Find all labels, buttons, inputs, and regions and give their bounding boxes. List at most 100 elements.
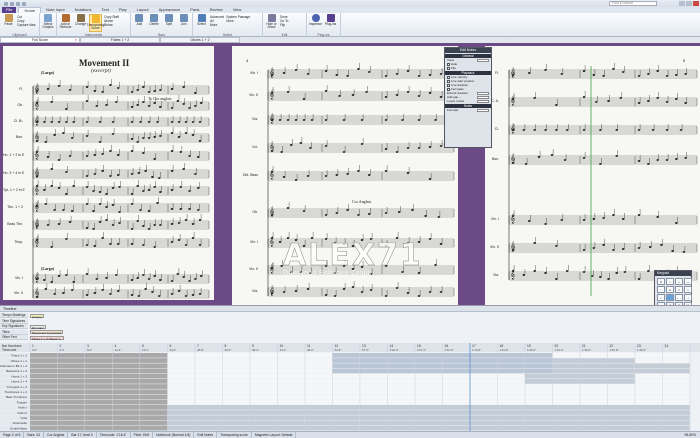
select-button[interactable]: Select bbox=[195, 14, 208, 26]
select-more-button[interactable]: More bbox=[210, 23, 224, 27]
maximize-button[interactable] bbox=[686, 1, 692, 6]
timeline-row[interactable]: Titles Movement II (excerpt) bbox=[0, 329, 700, 335]
hide-checkbox[interactable] bbox=[447, 62, 450, 66]
change-instrument-button[interactable]: Change bbox=[74, 14, 87, 26]
staff-name[interactable]: Ob. bbox=[3, 103, 23, 107]
keypad-key[interactable]: > bbox=[675, 286, 683, 293]
edit-notes-panel[interactable]: Edit Notes General Voice Hide Flip Playb… bbox=[444, 47, 492, 148]
timeline-row[interactable]: Tempo Markings (Largo) bbox=[0, 313, 700, 319]
panel-row[interactable]: Fermata bbox=[445, 108, 491, 112]
staff-name[interactable]: Vla. bbox=[485, 273, 499, 277]
staff-name[interactable]: Fl. bbox=[3, 87, 23, 91]
below-button[interactable]: Below bbox=[104, 23, 119, 27]
staff-name[interactable]: Timp. bbox=[3, 240, 23, 244]
close-window-button[interactable] bbox=[693, 1, 699, 6]
notehead bbox=[151, 291, 154, 293]
panel-row[interactable]: Flip bbox=[445, 66, 491, 70]
keypad-key[interactable]: — bbox=[684, 278, 692, 285]
join-bar-button[interactable]: Join bbox=[177, 14, 190, 26]
inspector-button[interactable]: Inspector bbox=[309, 14, 322, 26]
staff-name[interactable]: Tbn. 1 + 2 bbox=[3, 205, 23, 209]
timeline-chip[interactable]: Flutes 1 + 2 Oboes 1... bbox=[30, 335, 65, 341]
paste-button[interactable]: Paste bbox=[2, 14, 15, 26]
minimize-button[interactable] bbox=[679, 1, 685, 6]
leave-nodes-field[interactable] bbox=[477, 99, 489, 103]
staff-name[interactable]: Bsn. bbox=[485, 157, 499, 161]
panel-row[interactable]: Leave nodes bbox=[445, 99, 491, 103]
timeline-cell bbox=[442, 399, 470, 405]
split-bar-button[interactable]: Split bbox=[163, 14, 176, 26]
delete-bar-button[interactable]: Delete bbox=[148, 14, 161, 26]
staff-name[interactable]: Bsn. bbox=[3, 135, 23, 139]
staff-name[interactable]: Vln. I bbox=[485, 217, 499, 221]
extend-duration-field[interactable] bbox=[477, 91, 489, 95]
score-page-1[interactable]: Movement II (excerpt) (Largo) (Largo) To… bbox=[3, 46, 214, 300]
timeline-cell bbox=[277, 394, 305, 400]
keypad-key[interactable]: ♪ bbox=[657, 294, 665, 301]
add-remove-instruments-button[interactable]: Add or Remove bbox=[59, 14, 72, 30]
live-start-checkbox[interactable] bbox=[447, 79, 450, 83]
keypad-key[interactable]: · bbox=[657, 286, 665, 293]
keypad-key[interactable]: ♩. bbox=[675, 294, 683, 301]
live-velocity-checkbox[interactable] bbox=[447, 75, 450, 79]
staff-name[interactable]: Vln. I bbox=[232, 240, 258, 244]
timeline-row[interactable]: Time Signatures bbox=[0, 318, 700, 324]
ribbon-search-input[interactable]: Find in ribbon bbox=[609, 1, 657, 6]
close-tab-icon[interactable]: × bbox=[75, 38, 77, 42]
notehead bbox=[179, 151, 183, 153]
status-page[interactable]: Page 2 of 6 bbox=[0, 432, 25, 438]
flip-checkbox[interactable] bbox=[447, 66, 450, 70]
timeline-row[interactable]: Other Text Flutes 1 + 2 Oboes 1... bbox=[0, 335, 700, 341]
notehead bbox=[434, 119, 437, 121]
staff-name[interactable]: Bass Tbn. bbox=[3, 222, 23, 226]
zoom-level[interactable]: 95.80% bbox=[685, 433, 700, 437]
staff-name[interactable]: Vln. II bbox=[232, 93, 258, 97]
quick-access-toolbar[interactable] bbox=[4, 1, 26, 6]
timeline-chip[interactable]: (Largo) bbox=[30, 313, 44, 319]
fermata-field[interactable] bbox=[477, 108, 489, 112]
timeline-cell bbox=[497, 420, 525, 426]
plugins-button[interactable]: Plug-ins bbox=[324, 14, 337, 26]
timeline-chip[interactable]: Eb major bbox=[30, 324, 47, 330]
capture-idea-button[interactable]: Capture Idea bbox=[17, 23, 35, 27]
staff-name[interactable]: Vln. II bbox=[485, 245, 499, 249]
voice-field[interactable] bbox=[477, 58, 489, 62]
score-view[interactable]: Movement II (excerpt) (Largo) (Largo) To… bbox=[0, 43, 700, 305]
staff-name[interactable]: Tpt. 1 + 2 in E bbox=[3, 188, 25, 192]
live-duration-checkbox[interactable] bbox=[447, 83, 450, 87]
timeline-chip[interactable]: Movement II (excerpt) bbox=[30, 330, 64, 335]
timeline-cell bbox=[222, 420, 250, 426]
keypad-key[interactable]: ♭ bbox=[675, 278, 683, 285]
instrument-row-name: Viola bbox=[20, 416, 27, 420]
staff-name[interactable]: Vln. II bbox=[3, 291, 23, 295]
staff-name[interactable]: Vln. II bbox=[232, 267, 258, 271]
timeline-cell bbox=[305, 358, 333, 363]
staff-name[interactable]: Vla. bbox=[232, 117, 258, 121]
staff-name[interactable]: Cl. B♭ bbox=[3, 119, 23, 123]
keypad-key[interactable]: ♯ bbox=[657, 278, 665, 285]
staff-name[interactable]: Vla. bbox=[232, 289, 258, 293]
staff-name[interactable]: Vcl. bbox=[232, 145, 258, 149]
timeline-row[interactable]: Key Signatures Eb major bbox=[0, 324, 700, 330]
keypad-key[interactable]: ∧ bbox=[666, 286, 674, 293]
keypad-key[interactable]: ♩ bbox=[666, 294, 674, 301]
keypad-key[interactable]: • bbox=[684, 286, 692, 293]
staff-name[interactable]: Vln. I bbox=[3, 276, 23, 280]
keypad-key[interactable]: 𝅗𝅥 bbox=[684, 294, 692, 301]
transposing-score-button[interactable]: Transposing Score bbox=[87, 14, 104, 32]
add-bar-button[interactable]: Add bbox=[133, 14, 146, 26]
select-graphic-button[interactable]: Select Graphic bbox=[42, 14, 54, 30]
flip-button[interactable]: Flip bbox=[280, 23, 288, 27]
timeline-grid[interactable]: 1 2 3 4 5 6 7 8 9 10 11 12 13 14 15 16 17 18 19 20 21 22 23 240… bbox=[0, 343, 700, 432]
keypad-key[interactable]: ♮ bbox=[666, 278, 674, 285]
timeline-panel[interactable]: Timeline Tempo Markings (Largo) Time Signa… bbox=[0, 305, 700, 432]
hide-show-button[interactable]: Hide or Show bbox=[265, 14, 278, 30]
staff-name[interactable]: Ob. bbox=[232, 210, 258, 214]
staff-name[interactable]: Hn. 3 + 4 in E bbox=[3, 171, 24, 175]
staff-name[interactable]: Vln. I bbox=[232, 71, 258, 75]
add-gap-field[interactable] bbox=[477, 95, 489, 99]
score-page-3[interactable]: 5 Fl. 𝄞 C. A. 𝄞 Cl. 𝄞 Bsn. 𝄞 Vln. I 𝄞 Vln. II 𝄞 Vla.… bbox=[485, 46, 700, 305]
staff-name[interactable]: Hn. 1 + 2 in E bbox=[3, 153, 24, 157]
staff-name[interactable]: Dbl. Bass bbox=[232, 173, 258, 177]
select-none-button[interactable]: None bbox=[226, 19, 250, 23]
